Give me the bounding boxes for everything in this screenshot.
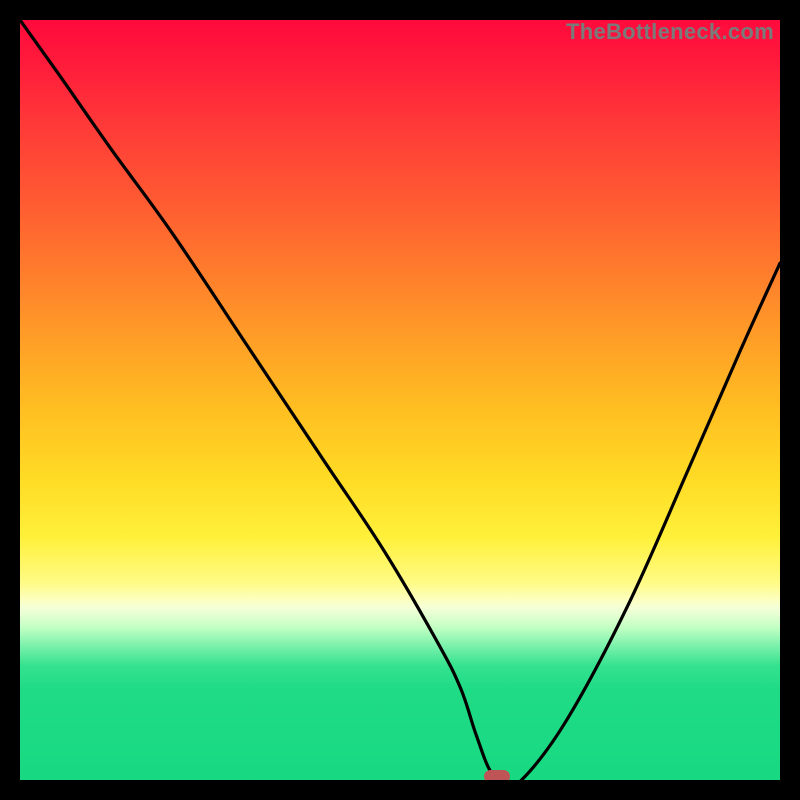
plot-area: TheBottleneck.com [20,20,780,780]
optimal-marker [484,770,510,780]
curve-layer [20,20,780,780]
bottleneck-curve [20,20,780,780]
chart-container: TheBottleneck.com [0,0,800,800]
watermark-text: TheBottleneck.com [566,20,774,45]
